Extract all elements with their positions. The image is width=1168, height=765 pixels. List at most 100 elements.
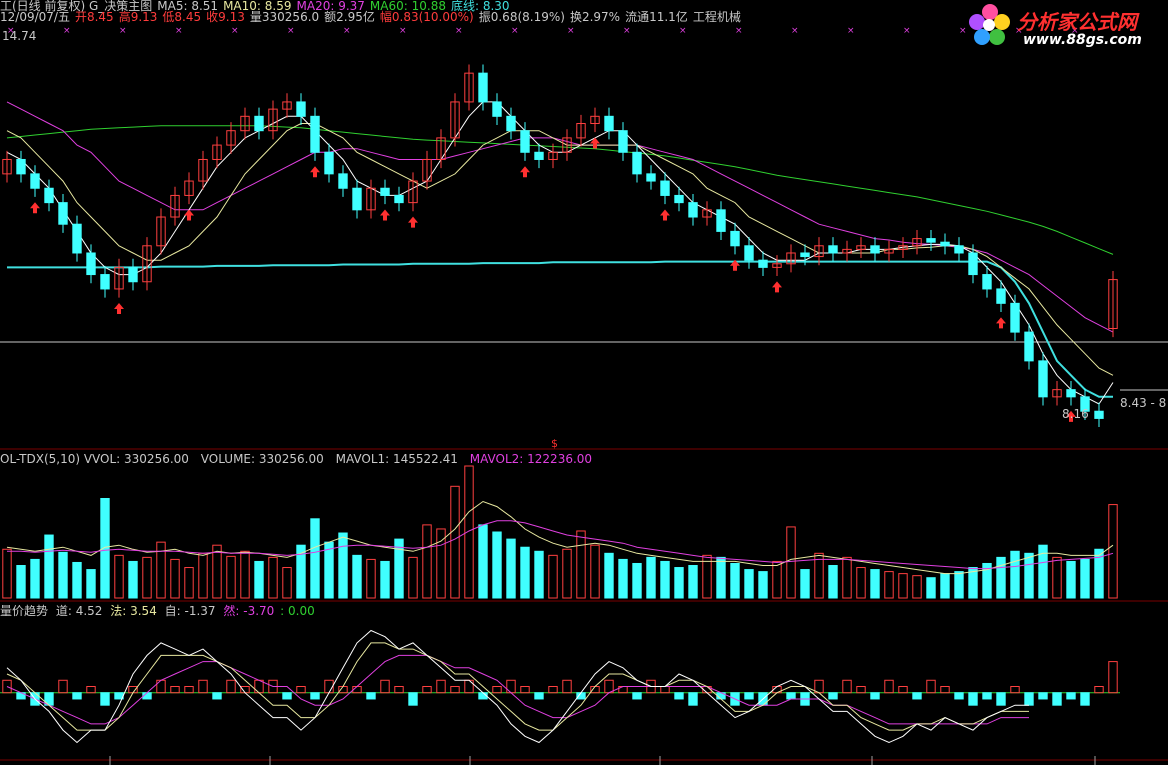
volume-legend-mavol2: MAVOL2: 122236.00 (469, 452, 593, 466)
volume-bar-up (422, 524, 432, 599)
volume-bar-down (828, 565, 838, 599)
volume-bar-down (492, 531, 502, 599)
candle-down (58, 202, 68, 225)
trend-white-line (6, 629, 1029, 744)
volume-bar-up (548, 554, 558, 599)
line2-item: 低8.45 (162, 10, 202, 24)
volume-bar-down (86, 569, 96, 599)
trend-bar-up (240, 686, 250, 694)
candle-down (870, 245, 880, 254)
top-marker: × (735, 26, 743, 36)
top-marker: × (175, 26, 183, 36)
line2-item: 工程机械 (692, 10, 741, 24)
trend-bar-down (982, 692, 992, 700)
trend-bar-up (492, 686, 502, 694)
volume-bar-down (254, 560, 264, 599)
volume-bar-up (856, 567, 866, 599)
candle-down (394, 194, 404, 204)
volume-bar-up (2, 548, 12, 599)
trend-bar-up (506, 679, 516, 694)
trend-bar-up (380, 679, 390, 694)
buy-arrow-icon (380, 209, 390, 221)
volume-bar-up (198, 552, 208, 599)
candle-down (744, 245, 754, 261)
trend-bar-up (842, 679, 852, 694)
trend-bar-down (912, 692, 922, 700)
trend-bar-down (310, 692, 320, 700)
volume-bar-up (1052, 556, 1062, 599)
trend-bar-up (1108, 661, 1118, 694)
trend-bar-up (184, 686, 194, 694)
line2-item: 额2.95亿 (324, 10, 375, 24)
volume-bar-up (268, 556, 278, 599)
volume-legend-volume: VOLUME: 330256.00 (200, 452, 324, 466)
volume-bar-down (870, 569, 880, 599)
candle-down (632, 151, 642, 175)
candle-down (1010, 302, 1020, 333)
volume-bar-down (730, 562, 740, 599)
line2-item: 量330256.0 (249, 10, 320, 24)
candle-down (716, 209, 726, 232)
volume-bar-down (646, 556, 656, 599)
volume-bar-up (842, 556, 852, 599)
site-logo: 分析家公式网 www.88gs.com (965, 0, 1168, 52)
trend-bar-down (786, 692, 796, 700)
candle-down (674, 194, 684, 204)
volume-bar-down (632, 562, 642, 599)
volume-bar-down (1010, 550, 1020, 599)
volume-bar-up (450, 485, 460, 599)
top-marker: × (679, 26, 687, 36)
candle-down (310, 115, 320, 153)
top-marker: × (343, 26, 351, 36)
buy-arrow-icon (310, 166, 320, 178)
top-marker: × (511, 26, 519, 36)
top-marker: × (567, 26, 575, 36)
trend-bar-down (408, 692, 418, 706)
volume-bar-down (394, 538, 404, 599)
volume-bar-up (170, 558, 180, 599)
volume-bar-up (562, 548, 572, 599)
trend-legend-zero: : 0.00 (280, 604, 315, 618)
trend-bar-down (674, 692, 684, 700)
volume-bar-up (884, 571, 894, 599)
buy-arrow-icon (520, 166, 530, 178)
buy-arrow-icon (30, 202, 40, 214)
volume-bar-down (58, 551, 68, 599)
volume-bar-down (716, 556, 726, 599)
candle-down (338, 173, 348, 189)
trend-bar-down (996, 692, 1006, 706)
trend-bar-up (884, 679, 894, 694)
candle-down (730, 230, 740, 247)
candle-down (100, 274, 110, 290)
volume-bar-down (534, 550, 544, 599)
trend-bar-down (100, 692, 110, 706)
candle-down (926, 238, 936, 243)
candle-down (534, 151, 544, 160)
candle-down (940, 241, 950, 247)
logo-title: 分析家公式网 (1017, 10, 1137, 34)
volume-bar-down (618, 558, 628, 599)
candle-down (520, 130, 530, 153)
trend-bar-up (226, 679, 236, 694)
volume-bar-up (898, 573, 908, 599)
trend-bar-down (954, 692, 964, 700)
volume-bar-down (1024, 552, 1034, 599)
trend-bar-down (744, 692, 754, 700)
volume-bar-down (380, 560, 390, 599)
candle-down (968, 252, 978, 276)
volume-bar-down (688, 565, 698, 599)
volume-bar-up (590, 544, 600, 599)
trend-bar-up (1010, 686, 1020, 694)
base-line (7, 260, 1113, 398)
trend-bar-down (870, 692, 880, 700)
logo-url: www.88gs.com (1023, 32, 1142, 48)
volume-bar-down (100, 497, 110, 599)
trend-legend-title: 量价趋势 (0, 604, 49, 618)
top-marker: × (399, 26, 407, 36)
candle-down (352, 187, 362, 211)
trend-bar-down (212, 692, 222, 700)
trend-bar-up (660, 686, 670, 694)
candle-down (954, 245, 964, 254)
volume-bar-up (786, 526, 796, 599)
trend-bar-up (450, 686, 460, 694)
